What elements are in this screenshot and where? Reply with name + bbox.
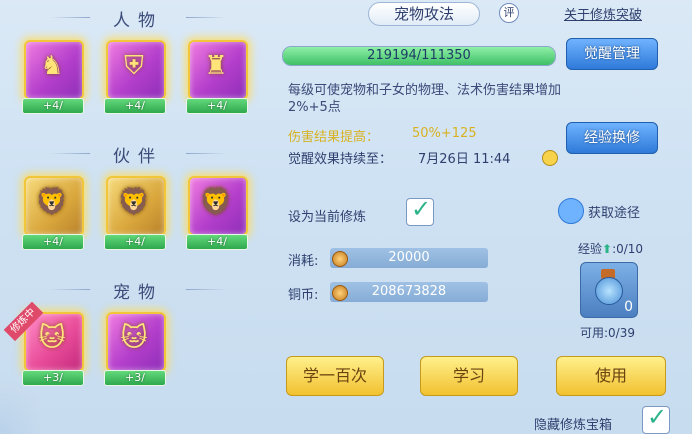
level-label: +4/	[104, 234, 166, 250]
awaken-date: 7月26日 11:44	[418, 152, 511, 167]
partner-card-2[interactable]: 🦁 +4/	[104, 174, 166, 252]
learn-hundred-button[interactable]: 学一百次	[286, 356, 384, 396]
level-label: +4/	[186, 234, 248, 250]
section-title-pets: 宠物	[50, 278, 188, 303]
copper-field: 208673828	[330, 282, 488, 302]
cost-value: 20000	[388, 250, 430, 265]
lion-armor-icon: 🦁	[117, 187, 151, 217]
use-button[interactable]: 使用	[556, 356, 666, 396]
usable-count: 可用:0/39	[580, 326, 635, 340]
clock-icon	[542, 150, 558, 166]
character-card-1[interactable]: ♞ +4/	[22, 38, 84, 116]
figure-icon: ♞	[40, 51, 64, 81]
set-current-label: 设为当前修炼	[288, 210, 367, 225]
book-icon	[558, 198, 584, 224]
exchange-exp-button[interactable]: 经验换修	[566, 122, 658, 154]
lion-staff-icon: 🦁	[199, 187, 233, 217]
check-icon: ✓	[411, 195, 432, 223]
exp-label: 经验⬆:0/10	[578, 240, 643, 257]
exp-box-value: 0	[624, 299, 633, 315]
get-path-label: 获取途径	[588, 206, 641, 221]
exp-potion-box[interactable]: 0	[580, 262, 638, 318]
arrow-up-icon: ⬆	[602, 242, 613, 256]
section-title-partners: 伙伴	[50, 142, 188, 167]
rating-icon[interactable]: 评	[499, 3, 519, 23]
pet-cat-shield-icon: 🐱	[120, 323, 148, 353]
hide-box-checkbox[interactable]: ✓	[642, 403, 670, 434]
level-label: +4/	[104, 98, 166, 114]
level-label: +3/	[104, 370, 166, 386]
lion-sword-icon: 🦁	[35, 187, 69, 217]
character-card-2[interactable]: ⛨ +4/	[104, 38, 166, 116]
level-label: +4/	[22, 98, 84, 114]
left-panel: 人物 ♞ +4/ ⛨ +4/ ♜ +4/ 伙伴 🦁 +4/ 🦁 +4/ 🦁 +4…	[0, 0, 268, 434]
level-label: +4/	[186, 98, 248, 114]
set-current-checkbox[interactable]: ✓	[406, 195, 434, 226]
pet-card-2[interactable]: 🐱 +3/	[104, 310, 166, 388]
copper-label: 铜币:	[288, 288, 319, 303]
pet-card-1[interactable]: 🐱 修炼中 +3/	[3, 301, 84, 388]
progress-text: 219194/111350	[367, 48, 471, 63]
awaken-manage-button[interactable]: 觉醒管理	[566, 38, 658, 70]
level-label: +4/	[22, 234, 84, 250]
level-label: +3/	[22, 370, 84, 386]
learn-button[interactable]: 学习	[420, 356, 518, 396]
hide-box-label: 隐藏修炼宝箱	[534, 418, 613, 433]
partner-card-1[interactable]: 🦁 +4/	[22, 174, 84, 252]
breakthrough-link[interactable]: 关于修炼突破	[564, 4, 642, 23]
awaken-duration-label: 觉醒效果持续至：	[288, 152, 393, 167]
get-path-link[interactable]: 获取途径	[558, 198, 641, 224]
progress-bar: 219194/111350	[282, 46, 556, 66]
cost-field: 20000	[330, 248, 488, 268]
tab-pet-attack[interactable]: 宠物攻法	[368, 2, 480, 26]
check-icon: ✓	[647, 403, 668, 431]
pet-cat-sword-icon: 🐱	[38, 323, 66, 353]
exp-count: :0/10	[612, 242, 644, 256]
damage-label: 伤害结果提高：	[288, 130, 380, 145]
game-window: 人物 ♞ +4/ ⛨ +4/ ♜ +4/ 伙伴 🦁 +4/ 🦁 +4/ 🦁 +4…	[0, 0, 692, 434]
armor-icon: ⛨	[124, 51, 144, 81]
exp-text: 经验	[578, 242, 603, 256]
section-title-characters: 人物	[50, 6, 188, 31]
potion-icon	[593, 269, 623, 305]
character-card-3[interactable]: ♜ +4/	[186, 38, 248, 116]
cost-label: 消耗:	[288, 254, 319, 269]
description-text: 每级可使宠物和子女的物理、法术伤害结果增加2%+5点	[288, 83, 562, 115]
warrior-icon: ♜	[204, 51, 228, 81]
right-panel: 宠物攻法 评 关于修炼突破 219194/111350 觉醒管理 每级可使宠物和…	[278, 0, 692, 434]
damage-value: 50%+125	[412, 126, 477, 141]
partner-card-3[interactable]: 🦁 +4/	[186, 174, 248, 252]
copper-value: 208673828	[371, 284, 447, 299]
